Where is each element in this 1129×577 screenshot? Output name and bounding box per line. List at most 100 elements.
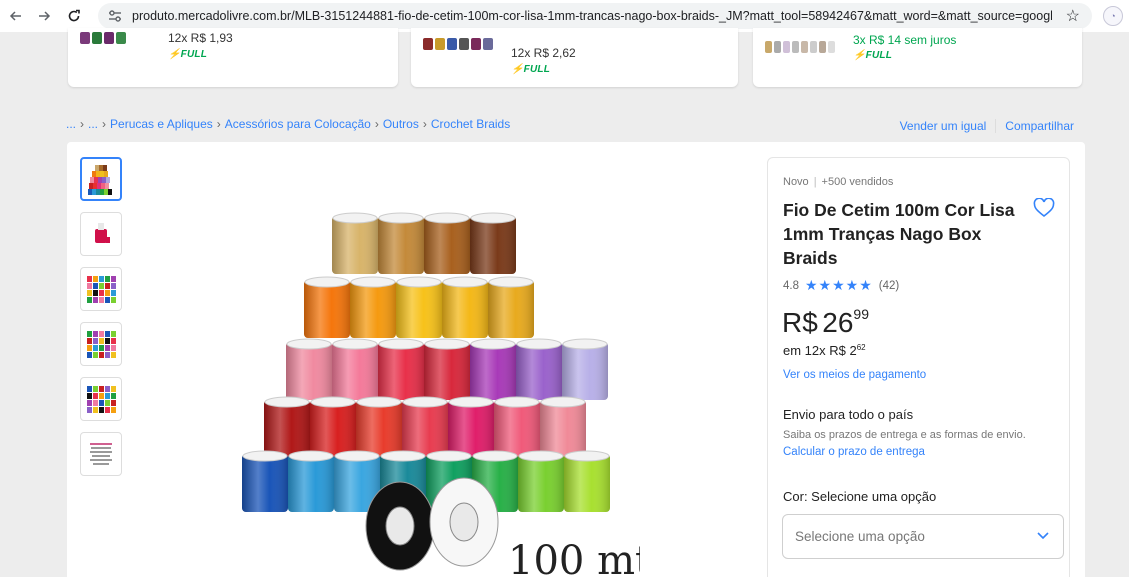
divider: [995, 119, 997, 133]
spool-top: [286, 338, 332, 350]
spool-top: [378, 212, 424, 224]
thumb-swatch: [105, 386, 110, 392]
gallery-thumbnail[interactable]: [80, 267, 122, 311]
breadcrumb-item[interactable]: Perucas e Apliques: [110, 117, 213, 131]
thumb-swatch: [99, 386, 104, 392]
related-card-3[interactable]: 3x R$ 14 sem juros ⚡FULL: [753, 28, 1082, 87]
thumb-swatch: [93, 386, 98, 392]
spool-shine: [288, 454, 334, 512]
star-icon[interactable]: ☆: [1066, 6, 1080, 26]
thumb-swatch: [93, 352, 98, 358]
calculate-shipping-link[interactable]: Calcular o prazo de entrega: [783, 446, 925, 458]
buy-box: Novo | +500 vendidos Fio De Cetim 100m Cor…: [767, 157, 1070, 577]
gallery-thumbnail[interactable]: [80, 322, 122, 366]
spool-shine: [286, 342, 332, 400]
spool-top: [424, 338, 470, 350]
forward-button[interactable]: [31, 3, 57, 29]
profile-avatar-icon[interactable]: ◔: [1103, 6, 1123, 26]
spool-shine: [424, 216, 470, 274]
thumb-swatch: [99, 297, 104, 303]
thumb-swatch: [99, 393, 104, 399]
spool-hole: [449, 502, 479, 542]
url-text[interactable]: produto.mercadolivre.com.br/MLB-31512448…: [132, 9, 1052, 23]
spool-top: [540, 396, 586, 408]
spool-top: [516, 338, 562, 350]
thumb-swatch: [87, 331, 92, 337]
spool-top: [442, 276, 488, 288]
sell-similar-link[interactable]: Vender um igual: [900, 119, 987, 133]
spool-shine: [494, 400, 540, 458]
related-card-1[interactable]: 12x R$ 1,93 ⚡FULL: [68, 28, 398, 87]
tune-icon[interactable]: [106, 7, 124, 25]
arrow-left-icon: [9, 11, 21, 21]
spool-shine: [564, 454, 610, 512]
spool-shine: [378, 216, 424, 274]
spool-shine: [402, 400, 448, 458]
payment-methods-link[interactable]: Ver os meios de pagamento: [783, 369, 926, 381]
thumb-swatch: [99, 283, 104, 289]
arrow-right-icon: [39, 11, 51, 21]
address-bar[interactable]: produto.mercadolivre.com.br/MLB-31512448…: [98, 3, 1092, 29]
installments-text: 3x R$ 14 sem juros: [853, 33, 957, 47]
thumb-swatch: [105, 400, 110, 406]
color-grid-thumb: [87, 386, 116, 413]
breadcrumb-item[interactable]: Acessórios para Colocação: [225, 117, 371, 131]
thumb-swatch: [87, 338, 92, 344]
thumb-swatch: [111, 393, 116, 399]
reload-button[interactable]: [61, 3, 87, 29]
thumb-swatch: [93, 400, 98, 406]
thumb-swatch: [111, 400, 116, 406]
thumb-swatch: [105, 338, 110, 344]
spool-top: [518, 450, 564, 462]
spool-top: [288, 450, 334, 462]
back-button[interactable]: [3, 3, 29, 29]
product-thumbnail: [423, 38, 493, 50]
breadcrumb: ... ›... › Perucas e Apliques › Acessórios pa…: [66, 117, 511, 131]
spool-top: [470, 212, 516, 224]
breadcrumb-item[interactable]: Crochet Braids: [431, 117, 510, 131]
thumb-swatch: [99, 338, 104, 344]
thumb-swatch: [93, 297, 98, 303]
thumb-swatch: [99, 352, 104, 358]
gallery-thumbnail[interactable]: [80, 212, 122, 256]
spool-shine: [540, 400, 586, 458]
product-hero-image[interactable]: 100 mts: [220, 186, 640, 577]
rating[interactable]: 4.8 ★★★★★ (42): [783, 277, 899, 294]
breadcrumb-item[interactable]: ...: [66, 117, 76, 131]
spool-shine: [242, 454, 288, 512]
thumb-swatch: [93, 407, 98, 413]
spool-shine: [424, 342, 470, 400]
thumb-swatch: [111, 345, 116, 351]
related-card-2[interactable]: 12x R$ 2,62 ⚡FULL: [411, 28, 738, 87]
spool-shine: [470, 216, 516, 274]
spool-top: [332, 212, 378, 224]
thumb-swatch: [87, 276, 92, 282]
color-grid-thumb: [87, 276, 116, 303]
select-placeholder: Selecione uma opção: [795, 529, 925, 544]
spool-top: [396, 276, 442, 288]
color-value: Selecione uma opção: [811, 489, 937, 504]
thumb-swatch: [105, 290, 110, 296]
spool-top: [356, 396, 402, 408]
spool-shine: [378, 342, 424, 400]
color-select[interactable]: Selecione uma opção: [782, 514, 1064, 559]
thumb-swatch: [111, 290, 116, 296]
breadcrumb-item[interactable]: Outros: [383, 117, 419, 131]
share-link[interactable]: Compartilhar: [1005, 119, 1074, 133]
spool-shine: [448, 400, 494, 458]
gallery-thumbnails: [80, 157, 122, 487]
text-thumb: [88, 440, 114, 468]
spool-top: [310, 396, 356, 408]
spool-top: [562, 338, 608, 350]
gallery-thumbnail[interactable]: [80, 157, 122, 201]
gallery-thumbnail[interactable]: [80, 377, 122, 421]
gallery-thumbnail[interactable]: [80, 432, 122, 476]
hero-caption: 100 mts: [508, 538, 640, 577]
breadcrumb-item[interactable]: ...: [88, 117, 98, 131]
thumb-swatch: [93, 331, 98, 337]
spool-top: [494, 396, 540, 408]
thumb-swatch: [87, 297, 92, 303]
full-badge: ⚡FULL: [853, 50, 893, 61]
heart-icon[interactable]: [1033, 197, 1057, 220]
spool-shine: [396, 280, 442, 338]
